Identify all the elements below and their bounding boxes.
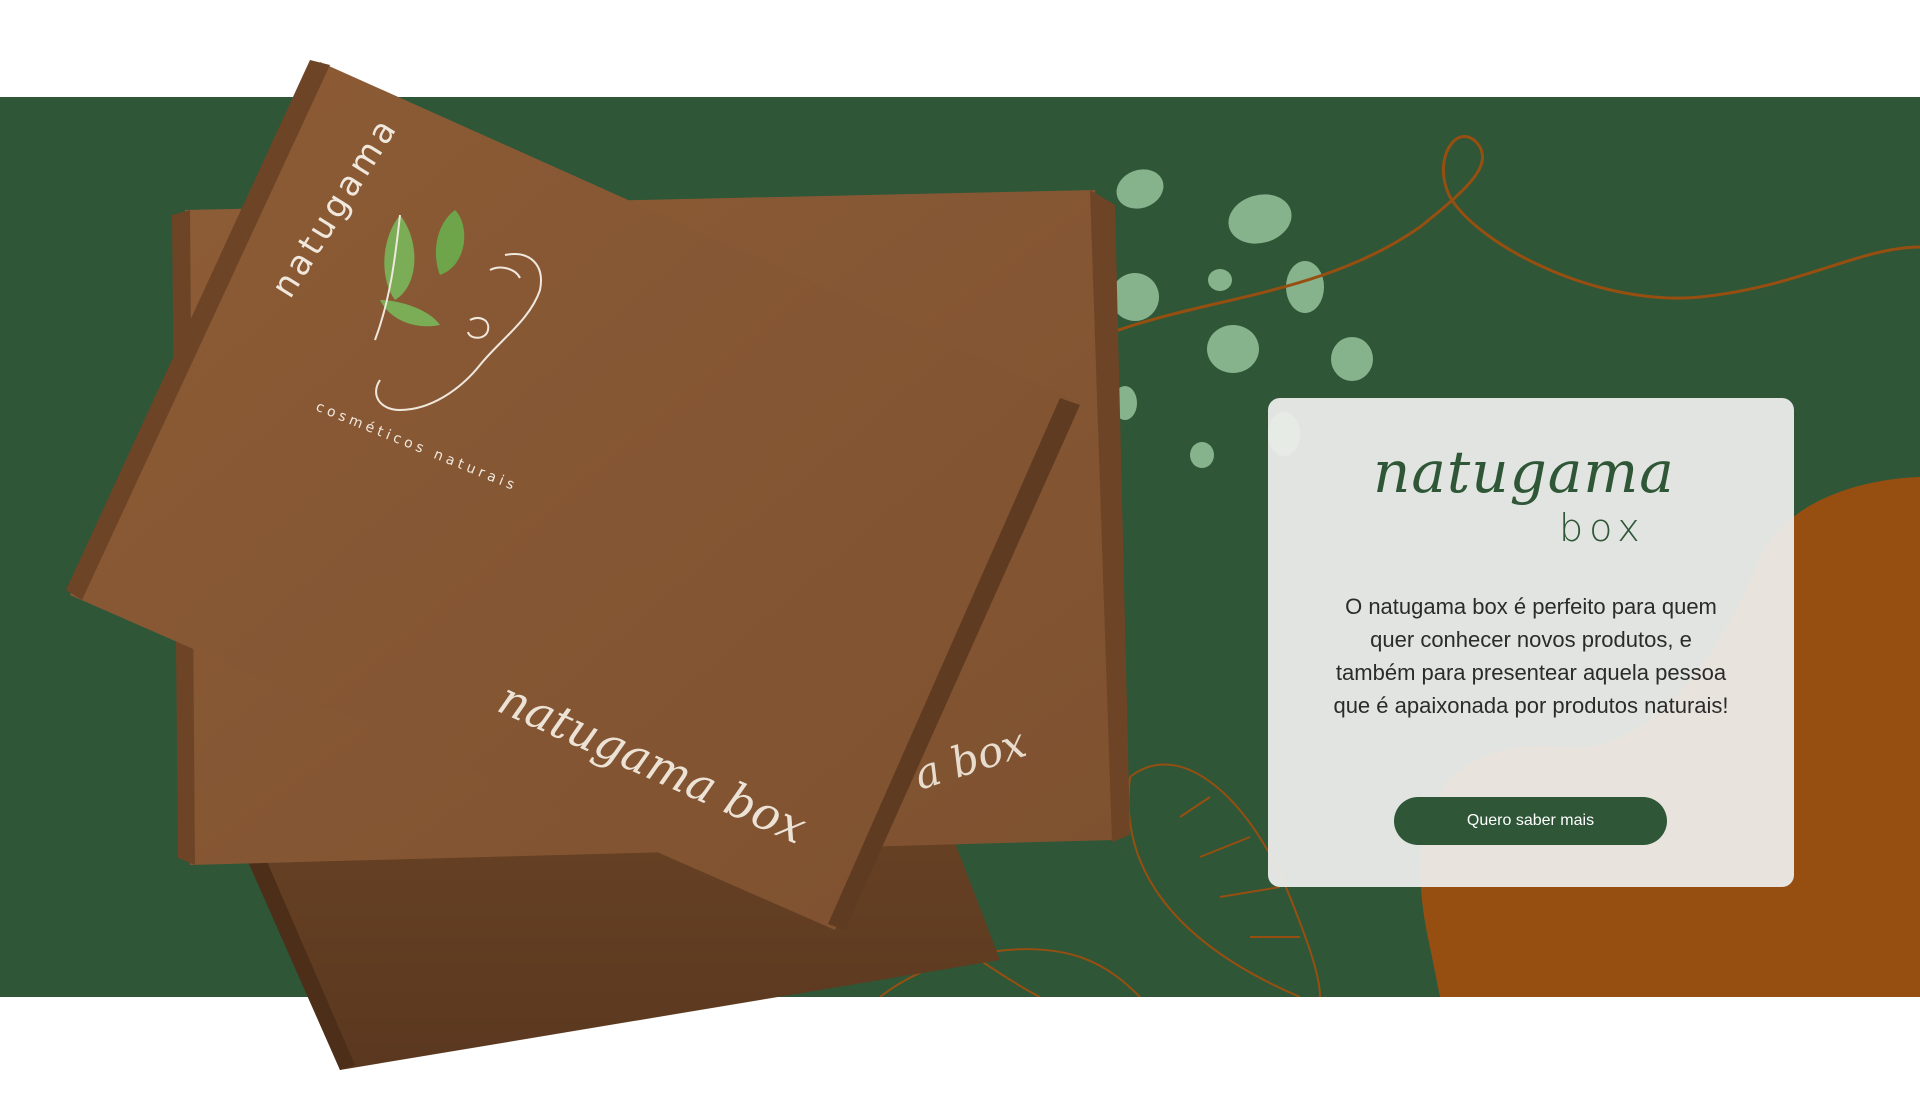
swirl-line: [1099, 135, 1920, 339]
leaf-outlines: [879, 763, 1321, 997]
logo-sub-text: box: [1559, 506, 1646, 550]
natugama-box-logo: natugama box: [1373, 438, 1693, 550]
card-description: O natugama box é perfeito para quem quer…: [1333, 594, 1729, 718]
learn-more-button[interactable]: Quero saber mais: [1394, 797, 1667, 845]
logo-script-text: natugama: [1373, 438, 1675, 506]
info-card: natugama box O natugama box é perfeito p…: [1268, 398, 1794, 887]
